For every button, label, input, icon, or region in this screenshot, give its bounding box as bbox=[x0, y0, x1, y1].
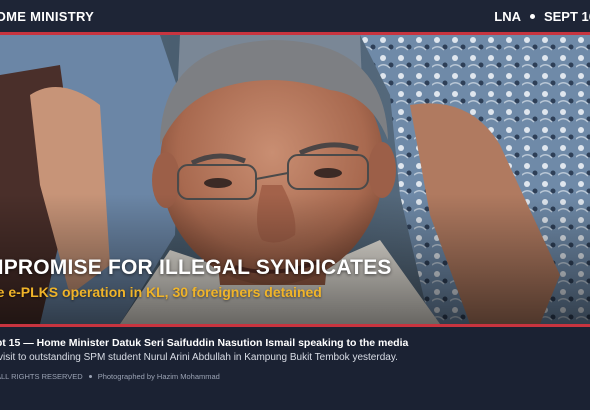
photographer-label: Photographed by Hazim Mohammad bbox=[97, 372, 220, 381]
photo-credit: ALL RIGHTS RESERVED Photographed by Hazi… bbox=[0, 372, 220, 381]
section-label: HOME MINISTRY bbox=[0, 8, 95, 24]
date-label: SEPT 16 bbox=[543, 8, 590, 24]
top-bar: HOME MINISTRY LNA SEPT 16 bbox=[0, 0, 590, 32]
source-label: LNA bbox=[494, 8, 521, 24]
story-subheadline[interactable]: te e-PLKS operation in KL, 30 foreigners… bbox=[0, 284, 322, 300]
story-headline[interactable]: MPROMISE FOR ILLEGAL SYNDICATES bbox=[0, 256, 392, 280]
separator-dot-icon bbox=[88, 375, 92, 378]
caption-area: ept 15 — Home Minister Datuk Seri Saifud… bbox=[0, 327, 590, 410]
photo-illustration bbox=[0, 35, 590, 324]
news-photo bbox=[0, 35, 590, 324]
caption-line-1: ept 15 — Home Minister Datuk Seri Saifud… bbox=[0, 337, 409, 349]
rights-label: ALL RIGHTS RESERVED bbox=[0, 372, 83, 381]
caption-line-2: visit to outstanding SPM student Nurul A… bbox=[0, 352, 398, 363]
header-meta: LNA SEPT 16 bbox=[494, 9, 590, 24]
separator-dot-icon bbox=[529, 13, 535, 19]
